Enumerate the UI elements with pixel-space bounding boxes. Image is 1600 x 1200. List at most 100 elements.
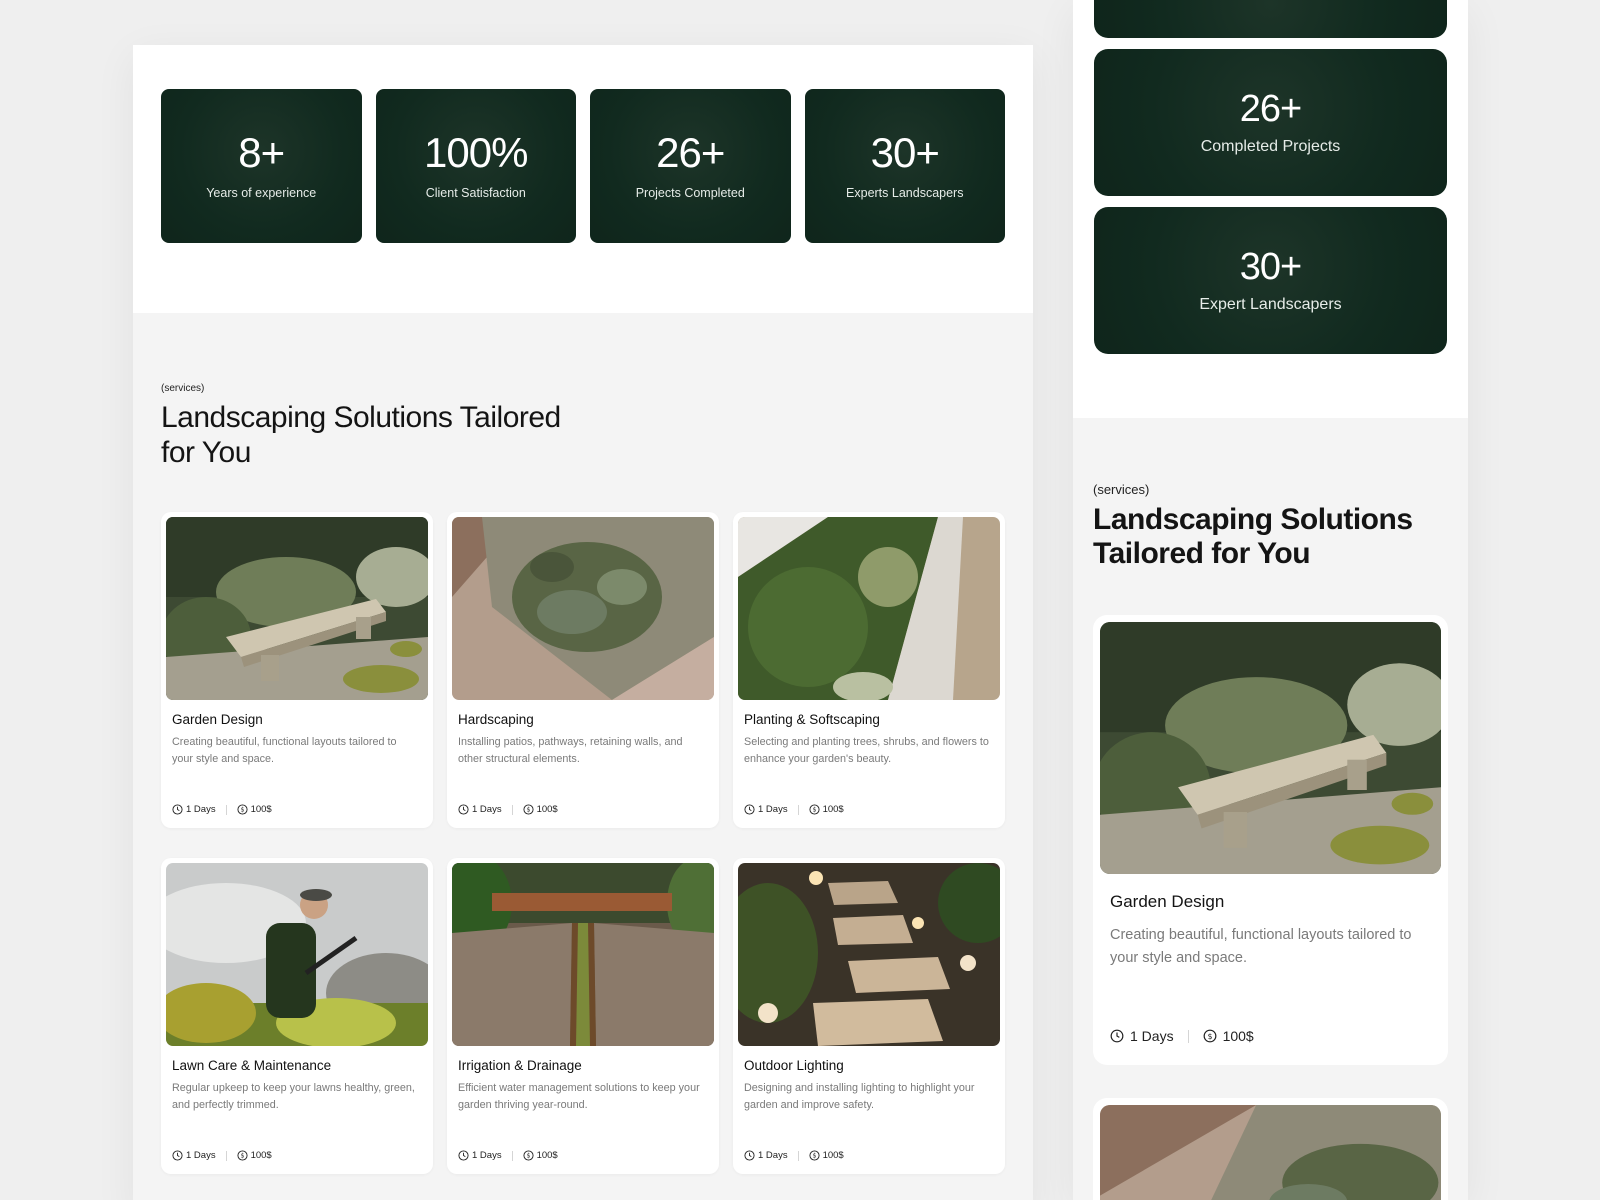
card-title: Planting & Softscaping (744, 712, 880, 727)
card-meta: 1 Days $ 100$ (458, 804, 708, 823)
svg-text:$: $ (812, 1153, 816, 1160)
stat-card: 30+ Expert Landscapers (1094, 207, 1447, 354)
clock-icon (458, 804, 469, 815)
water-channel-photo (452, 863, 714, 1046)
price-value: 100$ (822, 804, 844, 815)
svg-text:$: $ (1207, 1032, 1212, 1041)
svg-text:$: $ (240, 807, 244, 814)
mobile-stats-band: 26+ Completed Projects 30+ Expert Landsc… (1073, 0, 1468, 418)
service-card-hardscaping[interactable]: Hardscaping Installing patios, pathways,… (447, 512, 719, 828)
card-meta: 1 Days $ 100$ (744, 1150, 994, 1169)
svg-text:$: $ (812, 807, 816, 814)
duration-value: 1 Days (758, 804, 788, 815)
coin-icon: $ (523, 1150, 534, 1161)
services-section: (services) Landscaping Solutions Tailore… (133, 313, 1033, 1174)
price-value: 100$ (250, 804, 272, 815)
card-title: Lawn Care & Maintenance (172, 1058, 332, 1073)
duration-value: 1 Days (1130, 1028, 1174, 1044)
section-eyebrow: (services) (161, 383, 205, 394)
card-description: Designing and installing lighting to hig… (744, 1082, 975, 1111)
card-description: Selecting and planting trees, shrubs, an… (744, 736, 989, 765)
coin-icon: $ (523, 804, 534, 815)
stat-label: Client Satisfaction (425, 186, 526, 200)
stat-value: 30+ (1239, 245, 1302, 288)
shrubs-gravel-photo (738, 517, 1000, 700)
card-meta: 1 Days $ 100$ (458, 1150, 708, 1169)
price-value: 100$ (822, 1150, 844, 1161)
duration: 1 Days (458, 1150, 502, 1161)
service-card-lawn-care[interactable]: Lawn Care & Maintenance Regular upkeep t… (161, 858, 433, 1174)
coin-icon: $ (809, 804, 820, 815)
service-card-garden-design[interactable]: Garden Design Creating beautiful, functi… (161, 512, 433, 828)
duration-value: 1 Days (186, 804, 216, 815)
stat-card: 100% Client Satisfaction (375, 89, 576, 243)
card-title: Hardscaping (458, 712, 534, 727)
svg-text:$: $ (240, 1153, 244, 1160)
price: $ 100$ (809, 804, 844, 815)
stat-label: Years of experience (206, 186, 317, 200)
service-card-hardscaping-partial[interactable] (1093, 1098, 1448, 1200)
card-title: Outdoor Lighting (744, 1058, 844, 1073)
service-card-planting-softscaping[interactable]: Planting & Softscaping Selecting and pla… (733, 512, 1005, 828)
card-meta: 1 Days $ 100$ (172, 1150, 422, 1169)
duration: 1 Days (744, 804, 788, 815)
services-grid: Garden Design Creating beautiful, functi… (161, 512, 1005, 1174)
stat-card: 26+ Projects Completed (590, 89, 791, 243)
card-meta: 1 Days $ 100$ (1110, 1028, 1431, 1058)
stat-value: 26+ (1239, 87, 1302, 130)
stat-card: 30+ Experts Landscapers (804, 89, 1005, 243)
card-description: Regular upkeep to keep your lawns health… (172, 1082, 415, 1111)
clock-icon (744, 1150, 755, 1161)
coin-icon: $ (237, 1150, 248, 1161)
patio-planting-photo (452, 517, 714, 700)
card-title: Irrigation & Drainage (458, 1058, 582, 1073)
stat-label: Expert Landscapers (1199, 295, 1342, 313)
duration: 1 Days (172, 804, 216, 815)
price: $ 100$ (237, 804, 272, 815)
stat-card: 26+ Completed Projects (1094, 49, 1447, 196)
meta-divider (797, 804, 799, 815)
duration-value: 1 Days (472, 804, 502, 815)
mobile-services-section: (services) Landscaping Solutions Tailore… (1073, 418, 1468, 1065)
section-heading: Landscaping Solutions Tailored for You (1093, 503, 1413, 570)
service-card-garden-design[interactable]: Garden Design Creating beautiful, functi… (1093, 615, 1448, 1065)
price: $ 100$ (523, 1150, 558, 1161)
clock-icon (458, 1150, 469, 1161)
clock-icon (1110, 1029, 1124, 1043)
price-value: 100$ (536, 804, 558, 815)
stat-label: Projects Completed (635, 186, 745, 200)
service-card-irrigation-drainage[interactable]: Irrigation & Drainage Efficient water ma… (447, 858, 719, 1174)
stat-card-partial (1094, 0, 1447, 38)
gardener-photo (166, 863, 428, 1046)
svg-text:$: $ (526, 807, 530, 814)
desktop-frame: 8+ Years of experience 100% Client Satis… (133, 45, 1033, 1200)
price: $ 100$ (809, 1150, 844, 1161)
coin-icon: $ (237, 804, 248, 815)
stats-band: 8+ Years of experience 100% Client Satis… (133, 45, 1033, 313)
price-value: 100$ (536, 1150, 558, 1161)
meta-divider (511, 1150, 513, 1161)
service-card-outdoor-lighting[interactable]: Outdoor Lighting Designing and installin… (733, 858, 1005, 1174)
lit-path-photo (738, 863, 1000, 1046)
price: $ 100$ (1203, 1028, 1254, 1044)
card-meta: 1 Days $ 100$ (172, 804, 422, 823)
stat-value: 30+ (870, 129, 940, 176)
svg-text:$: $ (526, 1153, 530, 1160)
price: $ 100$ (237, 1150, 272, 1161)
meta-divider (1187, 1029, 1189, 1043)
card-meta: 1 Days $ 100$ (744, 804, 994, 823)
clock-icon (744, 804, 755, 815)
duration-value: 1 Days (758, 1150, 788, 1161)
stat-card: 8+ Years of experience (161, 89, 362, 243)
section-heading: Landscaping Solutions Tailored for You (161, 401, 561, 469)
stat-value: 8+ (238, 129, 285, 176)
duration-value: 1 Days (472, 1150, 502, 1161)
card-description: Efficient water management solutions to … (458, 1082, 700, 1111)
card-description: Creating beautiful, functional layouts t… (1110, 927, 1412, 966)
clock-icon (172, 1150, 183, 1161)
stat-label: Experts Landscapers (846, 186, 964, 200)
meta-divider (511, 804, 513, 815)
meta-divider (797, 1150, 799, 1161)
stat-value: 100% (424, 129, 528, 176)
bench-garden-photo (166, 517, 428, 700)
